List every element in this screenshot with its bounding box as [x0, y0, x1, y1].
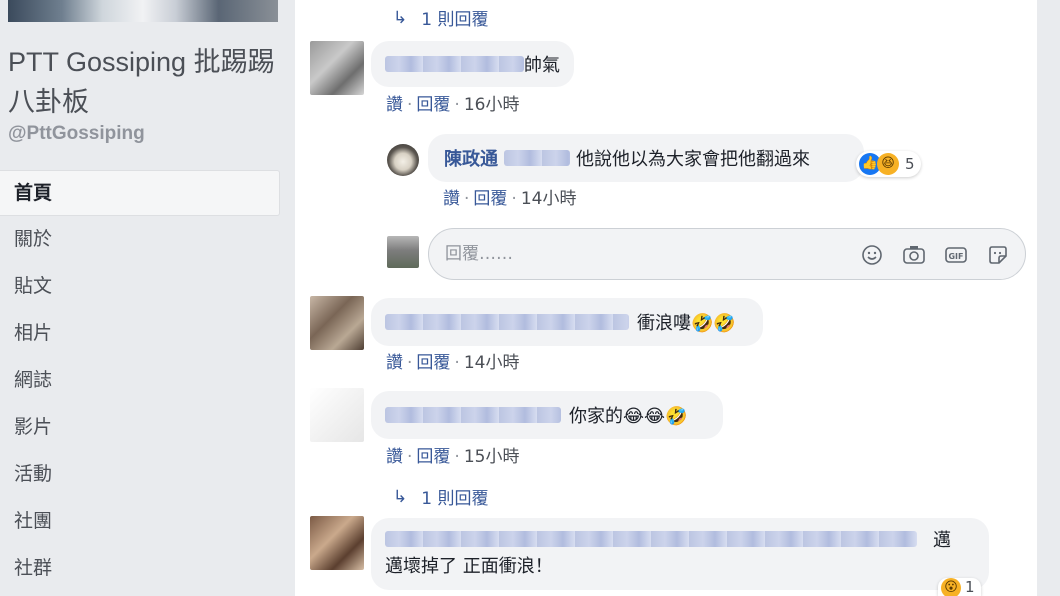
nav-item-notes[interactable]: 網誌	[0, 357, 280, 404]
view-replies-label: 1 則回覆	[421, 489, 489, 509]
reply-bubble: 陳政通 他說他以為大家會把他翻過來	[428, 134, 864, 182]
nav-item-community[interactable]: 社群	[0, 545, 280, 592]
nav-item-photos[interactable]: 相片	[0, 310, 280, 357]
reply-box: GIF	[428, 228, 1026, 280]
timestamp[interactable]: 14小時	[464, 353, 520, 373]
cover-photo-strip[interactable]	[8, 0, 278, 22]
timestamp[interactable]: 15小時	[464, 447, 520, 467]
like-button[interactable]: 讚	[386, 353, 403, 373]
wow-reaction-icon: 😮	[941, 578, 961, 596]
comment-actions: 讚 · 回覆 · 16小時	[386, 95, 520, 115]
page-nav: 首頁 關於 貼文 相片 網誌 影片 活動 社團 社群	[0, 170, 280, 592]
haha-reaction-icon: 😆	[877, 153, 899, 175]
reply-button[interactable]: 回覆	[416, 95, 450, 115]
nav-item-home[interactable]: 首頁	[0, 170, 280, 216]
comment-text: 你家的😂😂🤣	[569, 406, 688, 427]
reaction-count: 5	[905, 155, 915, 173]
reaction-count: 1	[965, 578, 975, 596]
nav-item-events[interactable]: 活動	[0, 451, 280, 498]
view-replies-link[interactable]: ↳ 1 則回覆	[393, 5, 489, 31]
view-replies-label: 1 則回覆	[421, 10, 489, 30]
sticker-icon[interactable]	[985, 242, 1011, 268]
comment-text: 衝浪嘍🤣🤣	[637, 313, 736, 334]
like-button[interactable]: 讚	[386, 95, 403, 115]
comment-bubble: 帥氣	[371, 41, 574, 87]
reply-button[interactable]: 回覆	[416, 447, 450, 467]
like-button[interactable]: 讚	[386, 447, 403, 467]
comment-author[interactable]: 陳政通	[444, 145, 498, 171]
avatar[interactable]	[310, 296, 364, 350]
blurred-author-name[interactable]	[385, 531, 917, 547]
comment-text: 帥氣	[524, 55, 560, 76]
comment-bubble: 衝浪嘍🤣🤣	[371, 298, 763, 346]
page-sidebar: PTT Gossiping 批踢踢八卦板 @PttGossiping 首頁 關於…	[0, 0, 295, 596]
comment-text-line2: 邁壞掉了 正面衝浪！	[385, 556, 553, 577]
avatar[interactable]	[387, 144, 419, 176]
reply-input[interactable]	[445, 241, 825, 267]
reaction-summary[interactable]: 😮 1	[938, 578, 981, 596]
nav-item-videos[interactable]: 影片	[0, 404, 280, 451]
nav-item-posts[interactable]: 貼文	[0, 263, 280, 310]
comment-bubble: 你家的😂😂🤣	[371, 391, 723, 439]
blurred-author-name[interactable]	[385, 314, 629, 330]
avatar[interactable]	[310, 516, 364, 570]
gif-icon[interactable]: GIF	[943, 242, 969, 268]
smiley-icon[interactable]	[859, 242, 885, 268]
reaction-summary[interactable]: 👍 😆 5	[856, 151, 921, 177]
comment-actions: 讚 · 回覆 · 14小時	[443, 189, 577, 209]
timestamp[interactable]: 14小時	[521, 189, 577, 209]
blurred-author-name[interactable]	[385, 56, 524, 72]
reply-arrow-icon: ↳	[393, 486, 408, 507]
like-button[interactable]: 讚	[443, 189, 460, 209]
current-user-avatar[interactable]	[387, 236, 419, 268]
avatar[interactable]	[310, 41, 364, 95]
nav-item-about[interactable]: 關於	[0, 216, 280, 263]
comment-actions: 讚 · 回覆 · 15小時	[386, 447, 520, 467]
timestamp[interactable]: 16小時	[464, 95, 520, 115]
svg-text:GIF: GIF	[948, 252, 963, 261]
blurred-mention[interactable]	[504, 150, 570, 166]
view-replies-link[interactable]: ↳ 1 則回覆	[393, 484, 489, 510]
camera-icon[interactable]	[901, 242, 927, 268]
reply-button[interactable]: 回覆	[473, 189, 507, 209]
comment-actions: 讚 · 回覆 · 14小時	[386, 353, 520, 373]
page-title[interactable]: PTT Gossiping 批踢踢八卦板	[8, 42, 288, 122]
avatar[interactable]	[310, 388, 364, 442]
page-handle[interactable]: @PttGossiping	[8, 123, 145, 145]
reply-arrow-icon: ↳	[393, 7, 408, 28]
comment-bubble: 邁 邁壞掉了 正面衝浪！	[371, 518, 989, 590]
comment-text-line1: 邁	[933, 530, 951, 551]
page-gutter	[1037, 0, 1060, 596]
nav-item-groups[interactable]: 社團	[0, 498, 280, 545]
comment-text: 他說他以為大家會把他翻過來	[576, 149, 810, 170]
reply-button[interactable]: 回覆	[416, 353, 450, 373]
blurred-author-name[interactable]	[385, 407, 561, 423]
